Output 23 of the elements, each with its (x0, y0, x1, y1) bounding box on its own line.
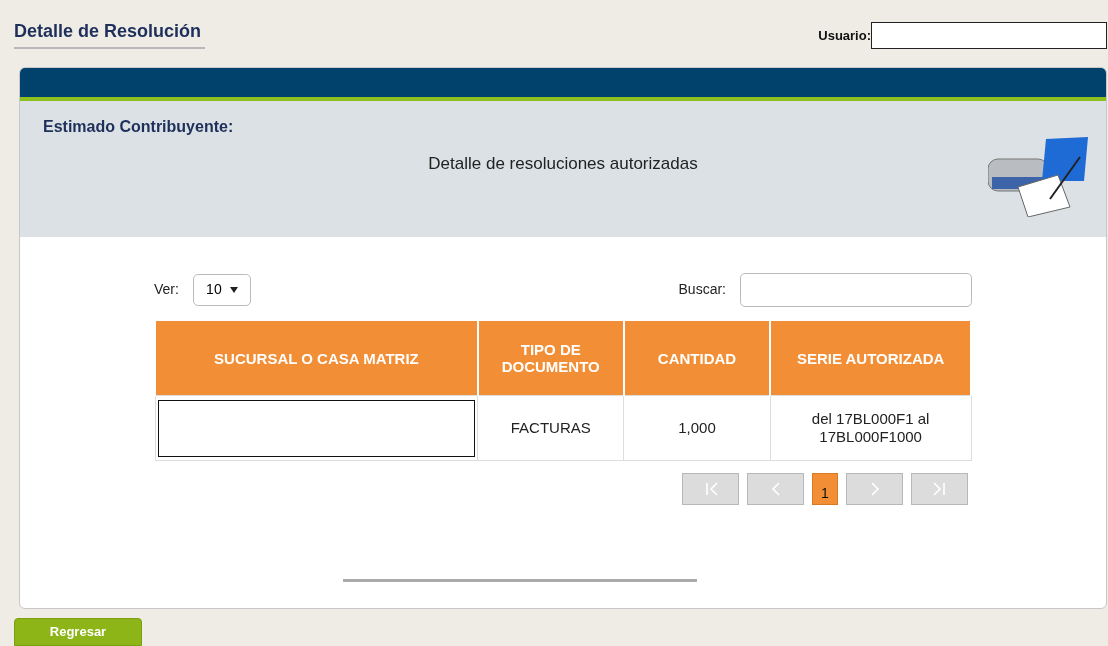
table-cell: del 17BL000F1 al 17BL000F1000 (770, 395, 971, 461)
column-header: SERIE AUTORIZADA (770, 320, 971, 396)
column-header: CANTIDAD (623, 320, 771, 396)
banner-heading: Estimado Contribuyente: (43, 116, 235, 137)
table-cell: 1,000 (623, 395, 771, 461)
page-number-button[interactable]: 1 (812, 473, 838, 506)
user-label: Usuario: (818, 26, 871, 45)
column-header: TIPO DE DOCUMENTO (477, 320, 624, 396)
prev-page-button[interactable] (747, 473, 804, 506)
printer-icon (988, 136, 1088, 217)
column-header: SUCURSAL O CASA MATRIZ (155, 320, 478, 396)
dropdown-caret-icon (229, 286, 238, 293)
search-label: Buscar: (678, 280, 726, 300)
page-size-select[interactable]: 10 (192, 273, 251, 306)
last-page-button[interactable] (911, 473, 968, 506)
next-page-button[interactable] (846, 473, 903, 506)
page-title: Detalle de Resolución (14, 18, 206, 49)
search-field[interactable] (740, 272, 972, 307)
first-page-button[interactable] (682, 473, 739, 506)
banner-subtitle: Detalle de resoluciones autorizadas (427, 152, 699, 175)
table-cell: FACTURAS (477, 395, 624, 461)
user-input-field[interactable] (871, 22, 1107, 49)
show-label: Ver: (154, 280, 179, 300)
